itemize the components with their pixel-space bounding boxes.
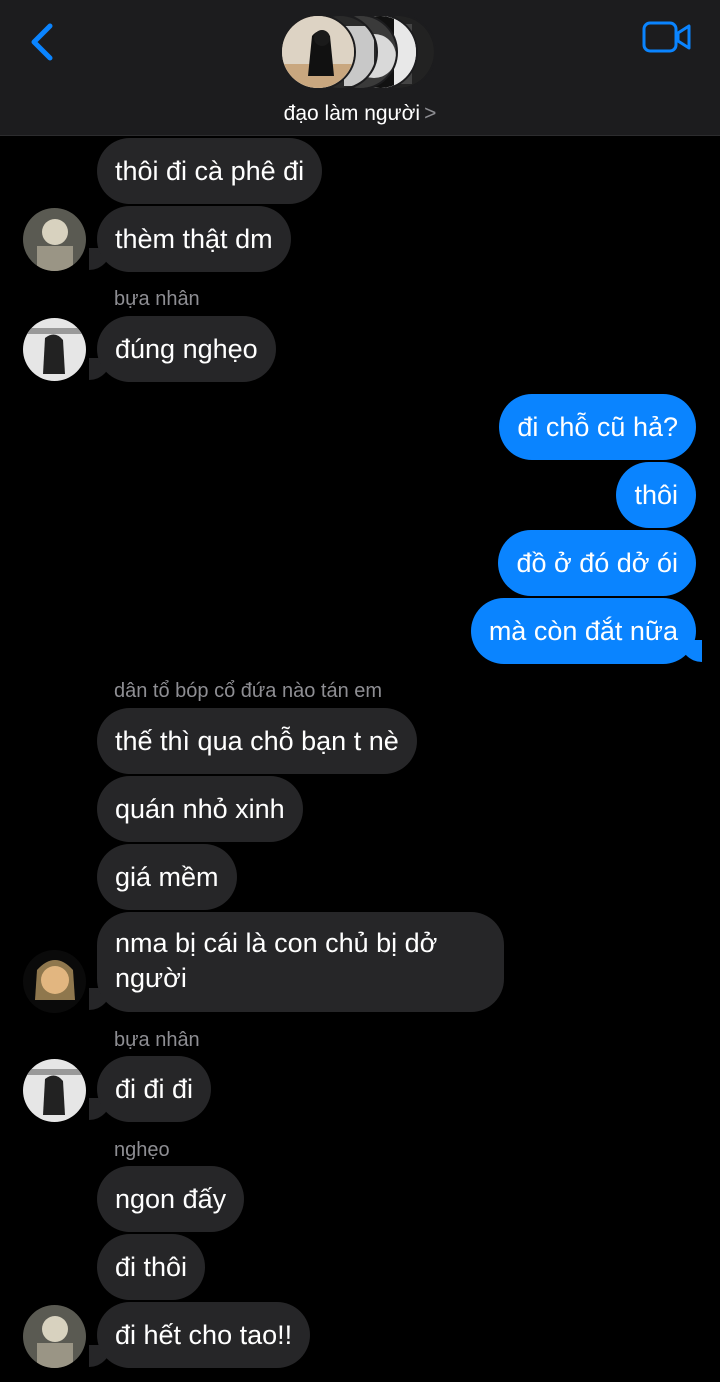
- message-bubble-outgoing[interactable]: mà còn đắt nữa: [470, 598, 696, 664]
- group-title[interactable]: đạo làm người >: [0, 102, 720, 126]
- chevron-right-icon: >: [424, 102, 437, 125]
- avatar[interactable]: [23, 208, 86, 271]
- chat-header: đạo làm người >: [0, 0, 720, 136]
- group-name: đạo làm người: [283, 102, 421, 125]
- message-bubble-outgoing[interactable]: đồ ở đó dở ói: [498, 530, 696, 596]
- message-bubble-incoming[interactable]: thế thì qua chỗ bạn t nè: [97, 708, 417, 774]
- sender-name: nghẹo: [114, 1139, 170, 1161]
- message-bubble-incoming[interactable]: quán nhỏ xinh: [97, 776, 303, 842]
- message-bubble-incoming[interactable]: thôi đi cà phê đi: [97, 138, 323, 204]
- message-bubble-outgoing[interactable]: thôi: [616, 462, 696, 528]
- message-bubble-incoming[interactable]: đi hết cho tao!!: [97, 1302, 311, 1368]
- message-bubble-incoming[interactable]: thèm thật dm: [97, 206, 291, 272]
- message-bubble-incoming[interactable]: giá mềm: [97, 844, 237, 910]
- avatar[interactable]: [23, 318, 86, 381]
- video-call-button[interactable]: [642, 20, 692, 54]
- video-camera-icon: [642, 21, 691, 53]
- message-bubble-incoming[interactable]: nma bị cái là con chủ bị dở người: [97, 912, 504, 1012]
- sender-name: bựa nhân: [114, 1029, 200, 1051]
- group-avatars[interactable]: [280, 14, 440, 94]
- message-bubble-outgoing[interactable]: đi chỗ cũ hả?: [499, 394, 696, 460]
- sender-name: dân tổ bóp cổ đứa nào tán em: [114, 680, 383, 702]
- message-bubble-incoming[interactable]: đi đi đi: [97, 1056, 212, 1122]
- message-bubble-incoming[interactable]: ngon đấy: [97, 1166, 245, 1232]
- avatar[interactable]: [23, 1059, 86, 1122]
- avatar[interactable]: [23, 950, 86, 1013]
- sender-name: bựa nhân: [114, 288, 200, 310]
- avatar: [280, 14, 356, 90]
- message-bubble-incoming[interactable]: đi thôi: [97, 1234, 206, 1300]
- chevron-left-icon: [31, 23, 53, 61]
- back-button[interactable]: [24, 22, 64, 62]
- avatar[interactable]: [23, 1305, 86, 1368]
- message-bubble-incoming[interactable]: đúng nghẹo: [97, 316, 276, 382]
